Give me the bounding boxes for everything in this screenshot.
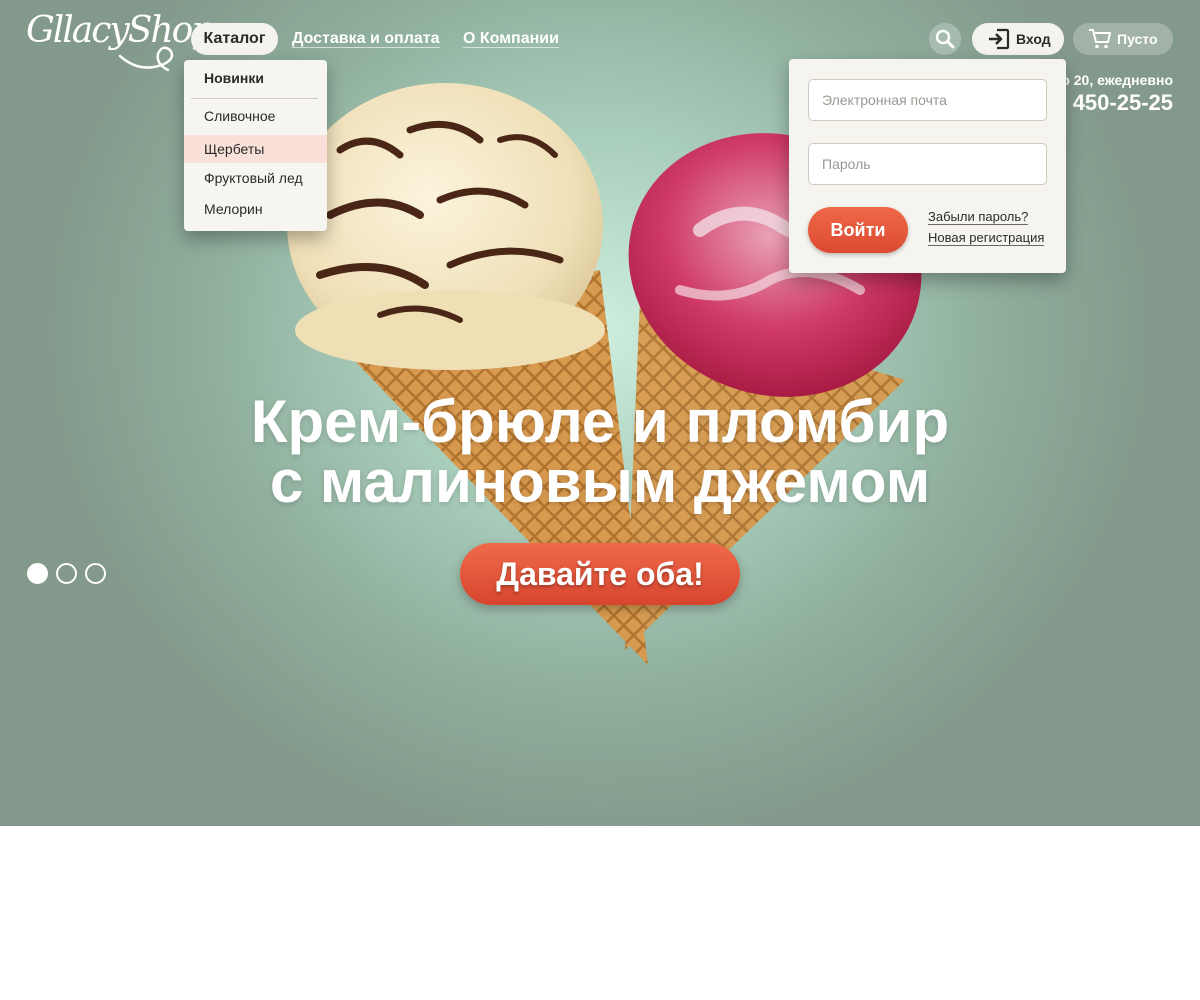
hero-title: Крем-брюле и пломбир с малиновым джемом (0, 392, 1200, 512)
nav-catalog-button[interactable]: Каталог (191, 23, 278, 55)
logo-swirl-icon (118, 46, 174, 72)
slide-dot-1[interactable] (27, 563, 48, 584)
hero-title-line-1: Крем-брюле и пломбир (250, 388, 950, 455)
hero-title-line-2: с малиновым джемом (269, 448, 931, 515)
register-link[interactable]: Новая регистрация (928, 231, 1045, 246)
catalog-menu-item-label: Мелорин (204, 201, 263, 217)
forgot-password-link[interactable]: Забыли пароль? (928, 210, 1029, 225)
cta-button[interactable]: Давайте оба! (460, 543, 740, 605)
catalog-menu-item-fruit-ice[interactable]: Фруктовый лед (184, 164, 327, 192)
email-field[interactable] (808, 79, 1047, 121)
phone-number[interactable]: 450-25-25 (1073, 90, 1173, 116)
nav-about-link[interactable]: О Компании (463, 30, 559, 48)
sign-in-icon (989, 28, 1010, 50)
login-label: Вход (1016, 31, 1051, 47)
logo[interactable]: GllacyShop (24, 6, 214, 74)
search-button[interactable] (929, 23, 961, 55)
hero-banner: GllacyShop Каталог Доставка и оплата О К… (0, 0, 1200, 826)
password-field[interactable] (808, 143, 1047, 185)
catalog-menu-divider (191, 98, 318, 99)
catalog-menu-item-label: Сливочное (204, 108, 276, 124)
working-hours: о 20, ежедневно (1061, 72, 1173, 88)
slide-dot-2[interactable] (56, 563, 77, 584)
catalog-menu-item-label: Фруктовый лед (204, 170, 303, 186)
catalog-menu-heading[interactable]: Новинки (204, 70, 264, 86)
cart-icon (1089, 29, 1111, 49)
cart-label: Пусто (1117, 31, 1158, 47)
catalog-menu-item-mellorine[interactable]: Мелорин (184, 195, 327, 223)
catalog-menu-item-sherbets[interactable]: Щербеты (184, 135, 327, 163)
slide-dot-3[interactable] (85, 563, 106, 584)
nav-delivery-link[interactable]: Доставка и оплата (292, 30, 440, 48)
catalog-dropdown: Новинки Сливочное Щербеты Фруктовый лед … (184, 60, 327, 231)
catalog-menu-item-creamy[interactable]: Сливочное (184, 102, 327, 130)
login-panel: Войти Забыли пароль? Новая регистрация (789, 59, 1066, 273)
login-button[interactable]: Вход (972, 23, 1064, 55)
login-submit-button[interactable]: Войти (808, 207, 908, 253)
cart-button[interactable]: Пусто (1073, 23, 1173, 55)
catalog-menu-item-label: Щербеты (204, 141, 265, 157)
search-icon (935, 29, 955, 49)
